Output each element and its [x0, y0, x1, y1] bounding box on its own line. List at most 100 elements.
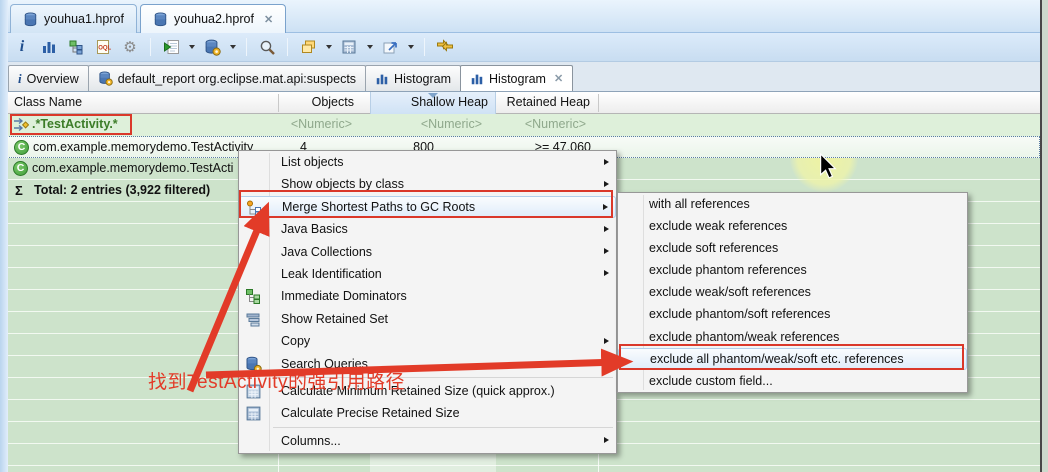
report-icon	[99, 71, 113, 86]
calculator-icon	[246, 406, 261, 421]
submenu-arrow-icon	[604, 225, 609, 232]
editor-tab-youhua1[interactable]: youhua1.hprof	[10, 4, 137, 33]
filter-icon	[14, 117, 29, 132]
submenu-item-exclude-phantom[interactable]: exclude phantom references	[618, 259, 967, 281]
search-icon	[260, 40, 275, 55]
window-left-edge	[0, 0, 8, 472]
tab-overview[interactable]: i Overview	[8, 65, 89, 91]
tab-label: default_report org.eclipse.mat.api:suspe…	[117, 71, 357, 86]
menu-item-columns[interactable]: Columns...	[239, 430, 616, 452]
show-retained-set-icon	[246, 313, 260, 327]
oql-icon: OQL	[97, 40, 111, 54]
dominator-tree-icon	[69, 40, 83, 55]
toolbar-separator	[287, 38, 288, 56]
table-header: Class Name Objects Shallow Heap Retained…	[0, 92, 1040, 114]
main-toolbar: i OQL ⚙	[0, 33, 1040, 62]
dropdown-chevron-icon[interactable]	[408, 45, 414, 49]
heap-dump-icon	[24, 11, 37, 26]
submenu-arrow-icon	[604, 337, 609, 344]
compare-button[interactable]	[435, 37, 455, 57]
submenu-item-exclude-all-phantom-weak-soft[interactable]: exclude all phantom/weak/soft etc. refer…	[618, 347, 967, 370]
menu-item-list-objects[interactable]: List objects	[239, 151, 616, 173]
submenu-item-with-all-references[interactable]: with all references	[618, 193, 967, 215]
menu-item-show-objects-by-class[interactable]: Show objects by class	[239, 173, 616, 195]
submenu-arrow-icon	[603, 204, 608, 211]
group-by-button[interactable]	[298, 37, 318, 57]
submenu-arrow-icon	[604, 270, 609, 277]
menu-item-calc-minimum-retained[interactable]: Calculate Minimum Retained Size (quick a…	[239, 380, 616, 402]
histogram-icon	[43, 42, 55, 53]
calculator-button[interactable]	[339, 37, 359, 57]
column-separator	[278, 94, 279, 112]
dropdown-chevron-icon[interactable]	[189, 45, 195, 49]
sigma-icon: Σ	[15, 183, 23, 198]
column-header-class-name[interactable]: Class Name	[14, 92, 82, 114]
group-by-icon	[301, 40, 315, 53]
shallow-heap-filter[interactable]: <Numeric>	[370, 114, 496, 136]
tab-label: Histogram	[489, 71, 546, 86]
run-report-icon	[163, 40, 179, 54]
oql-button[interactable]: OQL	[93, 37, 113, 57]
column-header-objects[interactable]: Objects	[278, 92, 362, 114]
export-button[interactable]	[380, 37, 400, 57]
info-icon: i	[19, 38, 25, 55]
menu-item-merge-shortest-paths[interactable]: Merge Shortest Paths to GC Roots	[239, 195, 616, 219]
submenu-item-exclude-weak[interactable]: exclude weak references	[618, 215, 967, 237]
toolbar-separator	[424, 38, 425, 56]
close-icon[interactable]: ✕	[554, 72, 563, 85]
dropdown-chevron-icon[interactable]	[367, 45, 373, 49]
filter-row[interactable]: .*TestActivity.* <Numeric> <Numeric> <Nu…	[0, 114, 1040, 136]
menu-item-calc-precise-retained[interactable]: Calculate Precise Retained Size	[239, 402, 616, 424]
histogram-icon	[471, 74, 483, 84]
menu-item-java-collections[interactable]: Java Collections	[239, 241, 616, 263]
menu-item-show-retained-set[interactable]: Show Retained Set	[239, 308, 616, 330]
menu-item-copy[interactable]: Copy	[239, 330, 616, 352]
dropdown-chevron-icon[interactable]	[230, 45, 236, 49]
class-icon: C	[14, 140, 29, 155]
total-label: Total: 2 entries (3,922 filtered)	[34, 183, 211, 197]
class-filter-pattern[interactable]: .*TestActivity.*	[32, 114, 118, 135]
class-icon: C	[13, 161, 28, 176]
dropdown-chevron-icon[interactable]	[326, 45, 332, 49]
menu-item-search-queries[interactable]: Search Queries...	[239, 353, 616, 375]
editor-tab-bar: youhua1.hprof youhua2.hprof ✕	[0, 0, 1040, 33]
immediate-dominators-icon	[246, 289, 260, 305]
menu-item-leak-identification[interactable]: Leak Identification	[239, 263, 616, 285]
view-tab-bar: i Overview default_report org.eclipse.ma…	[0, 62, 1040, 92]
heap-dump-icon	[154, 11, 167, 26]
overview-button[interactable]: i	[12, 37, 32, 57]
submenu-item-exclude-weak-soft[interactable]: exclude weak/soft references	[618, 281, 967, 303]
calculator-icon	[246, 384, 261, 399]
window-right-border	[1040, 0, 1042, 472]
dominator-tree-button[interactable]	[66, 37, 86, 57]
submenu-item-exclude-phantom-soft[interactable]: exclude phantom/soft references	[618, 303, 967, 325]
tab-label: Histogram	[394, 71, 452, 86]
search-button[interactable]	[257, 37, 277, 57]
tab-histogram-1[interactable]: Histogram	[365, 65, 462, 91]
histogram-button[interactable]	[39, 37, 59, 57]
query-browser-icon	[205, 39, 221, 56]
toolbar-separator	[246, 38, 247, 56]
submenu-item-exclude-phantom-weak[interactable]: exclude phantom/weak references	[618, 326, 967, 348]
toolbar-separator	[150, 38, 151, 56]
submenu-item-exclude-custom-field[interactable]: exclude custom field...	[618, 370, 967, 392]
objects-filter[interactable]: <Numeric>	[278, 114, 362, 136]
tab-default-report[interactable]: default_report org.eclipse.mat.api:suspe…	[87, 65, 367, 91]
export-icon	[383, 42, 397, 54]
tab-histogram-2[interactable]: Histogram ✕	[460, 65, 574, 91]
menu-item-immediate-dominators[interactable]: Immediate Dominators	[239, 285, 616, 307]
mat-window: youhua1.hprof youhua2.hprof ✕ i OQL ⚙ i …	[0, 0, 1048, 472]
query-browser-button[interactable]	[202, 37, 222, 57]
run-expert-report-button[interactable]	[161, 37, 181, 57]
close-icon[interactable]: ✕	[264, 13, 273, 26]
editor-tab-youhua2[interactable]: youhua2.hprof ✕	[140, 4, 287, 33]
settings-button[interactable]: ⚙	[120, 37, 140, 57]
menu-item-java-basics[interactable]: Java Basics	[239, 218, 616, 240]
retained-heap-filter[interactable]: <Numeric>	[496, 114, 598, 136]
submenu-arrow-icon	[604, 248, 609, 255]
editor-tab-label: youhua2.hprof	[174, 12, 254, 26]
submenu-arrow-icon	[604, 158, 609, 165]
svg-text:OQL: OQL	[98, 46, 111, 52]
column-header-retained-heap[interactable]: Retained Heap	[496, 92, 598, 114]
submenu-item-exclude-soft[interactable]: exclude soft references	[618, 237, 967, 259]
